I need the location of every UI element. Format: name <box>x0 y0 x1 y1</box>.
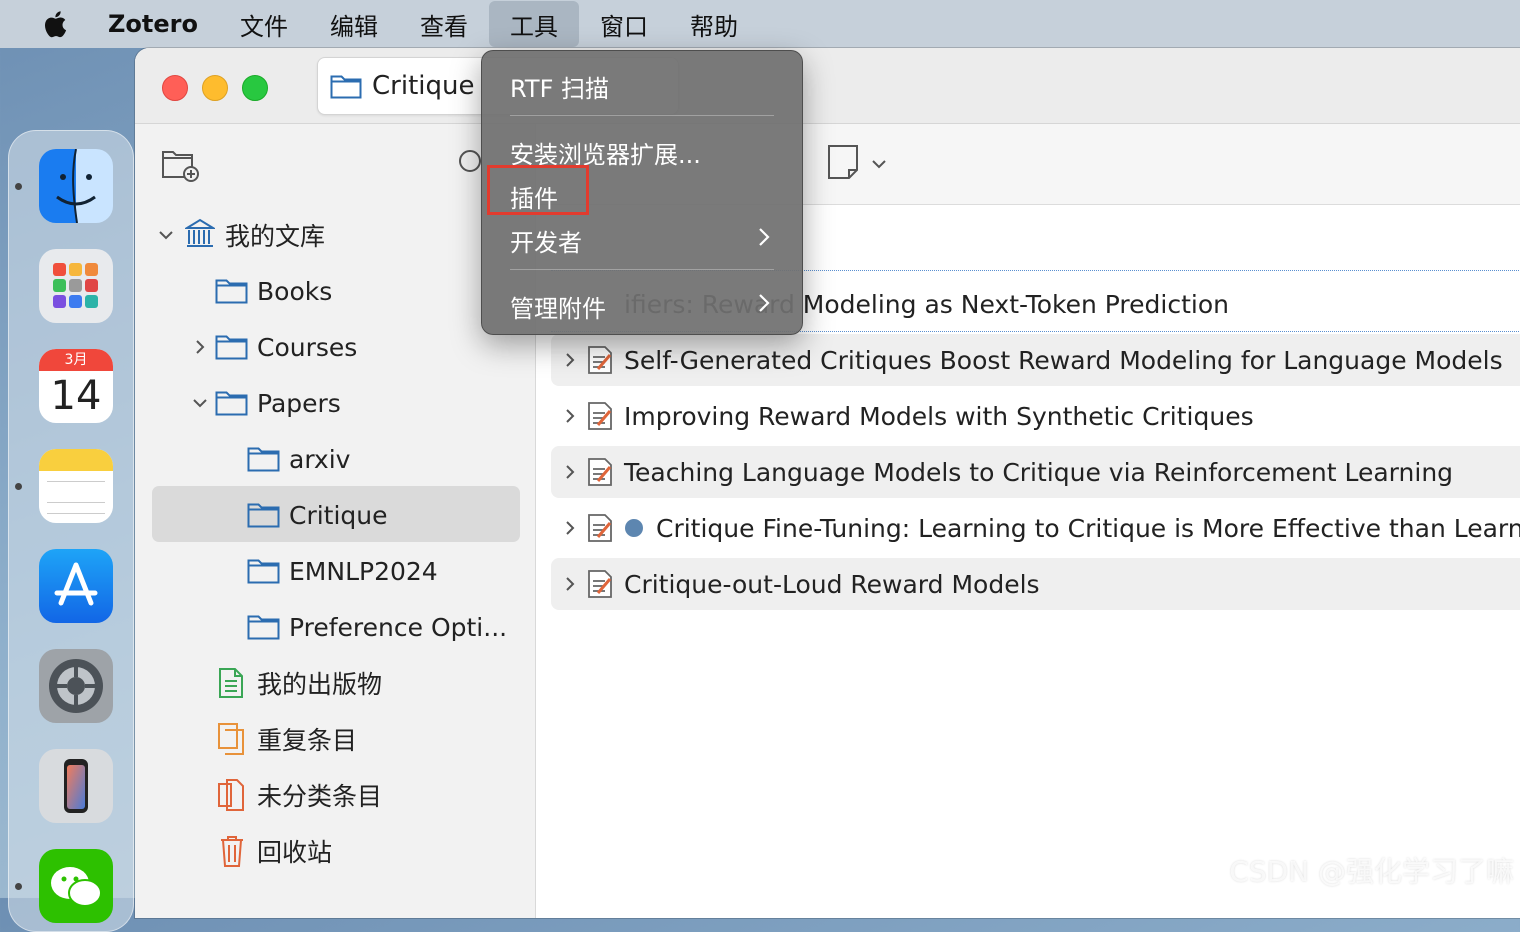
zotero-window: Critique 我的文库 Books Courses Papers arxiv… <box>135 48 1520 918</box>
menu-window[interactable]: 窗口 <box>579 1 669 47</box>
item-title: Critique-out-Loud Reward Models <box>624 569 1040 599</box>
chevron-down-icon[interactable] <box>191 394 209 412</box>
folder-icon <box>215 279 248 304</box>
calendar-icon[interactable]: 3月 14 <box>39 349 113 423</box>
chevron-down-icon[interactable] <box>157 226 175 244</box>
item-title: Critique Fine-Tuning: Learning to Critiq… <box>656 513 1520 543</box>
journal-article-icon <box>588 458 612 486</box>
folder-icon <box>215 335 248 360</box>
publications-label: 我的出版物 <box>257 670 383 699</box>
item-title: Self-Generated Critiques Boost Reward Mo… <box>624 345 1503 375</box>
menu-tools[interactable]: 工具 <box>488 1 579 47</box>
unread-dot-icon <box>625 519 643 537</box>
menu-item-developer[interactable]: 开发者 <box>510 223 582 258</box>
journal-article-icon <box>588 402 612 430</box>
menu-view[interactable]: 查看 <box>399 1 489 47</box>
folder-icon <box>215 391 248 416</box>
minimize-window-button[interactable] <box>202 75 228 101</box>
dock: 3月 14 <box>8 130 134 932</box>
iphone-mirroring-icon[interactable] <box>39 749 113 823</box>
close-window-button[interactable] <box>162 75 188 101</box>
app-store-icon[interactable] <box>39 549 113 623</box>
trash-icon <box>221 836 243 867</box>
chevron-right-icon[interactable] <box>563 353 577 367</box>
list-item[interactable]: Critique Fine-Tuning: Learning to Critiq… <box>551 502 1520 554</box>
collections-sidebar: 我的文库 Books Courses Papers arxiv Critique <box>135 124 536 918</box>
unfiled-icon <box>218 779 244 811</box>
menu-item-manage-attachments[interactable]: 管理附件 <box>510 289 606 324</box>
chevron-right-icon <box>759 228 770 246</box>
apple-logo-icon[interactable] <box>0 9 108 39</box>
menu-app-zotero[interactable]: Zotero <box>108 1 219 47</box>
publications-icon <box>219 668 243 698</box>
menu-separator <box>510 115 774 116</box>
running-indicator <box>15 883 22 890</box>
folder-icon <box>247 447 280 472</box>
collection-label: Books <box>257 276 333 306</box>
folder-icon <box>247 615 280 640</box>
list-item[interactable]: Improving Reward Models with Synthetic C… <box>551 390 1520 442</box>
chevron-right-icon[interactable] <box>563 521 577 535</box>
chevron-right-icon[interactable] <box>191 338 209 356</box>
menu-item-rtf-scan[interactable]: RTF 扫描 <box>510 69 609 104</box>
watermark: CSDN @强化学习了嘛 <box>1229 855 1514 888</box>
menu-edit[interactable]: 编辑 <box>309 1 399 47</box>
menu-bar: Zotero 文件 编辑 查看 工具 窗口 帮助 <box>0 0 1520 48</box>
launchpad-icon[interactable] <box>39 249 113 323</box>
list-item[interactable]: Teaching Language Models to Critique via… <box>551 446 1520 498</box>
library-label: 我的文库 <box>225 222 326 251</box>
collection-label: Papers <box>257 388 341 418</box>
library-icon <box>185 218 215 247</box>
journal-article-icon <box>588 570 612 598</box>
collection-label: Critique <box>289 500 388 530</box>
new-collection-icon[interactable] <box>161 146 201 184</box>
annotation-highlight-box <box>487 165 589 215</box>
calendar-day: 14 <box>50 373 102 419</box>
finder-icon[interactable] <box>39 149 113 223</box>
collection-label: EMNLP2024 <box>289 556 438 586</box>
item-title: Teaching Language Models to Critique via… <box>624 457 1454 487</box>
title-bar: Critique <box>135 48 1520 124</box>
folder-icon <box>247 559 280 584</box>
running-indicator <box>15 483 22 490</box>
trash-label: 回收站 <box>257 838 333 867</box>
folder-icon <box>247 503 280 528</box>
folder-icon <box>330 75 362 99</box>
menu-separator <box>510 269 774 270</box>
journal-article-icon <box>588 514 612 542</box>
collection-label: Preference Opti... <box>289 612 508 642</box>
running-indicator <box>15 183 22 190</box>
menu-file[interactable]: 文件 <box>219 1 309 47</box>
journal-article-icon <box>588 346 612 374</box>
duplicate-icon <box>218 723 244 755</box>
wechat-icon[interactable] <box>39 849 113 923</box>
chevron-right-icon[interactable] <box>563 465 577 479</box>
tab-label: Critique <box>372 71 475 101</box>
list-item[interactable]: Self-Generated Critiques Boost Reward Mo… <box>551 334 1520 386</box>
new-note-icon[interactable] <box>827 144 861 182</box>
chevron-right-icon[interactable] <box>563 577 577 591</box>
menu-help[interactable]: 帮助 <box>669 1 759 47</box>
zoom-window-button[interactable] <box>242 75 268 101</box>
collection-label: Courses <box>257 332 358 362</box>
item-title: Improving Reward Models with Synthetic C… <box>624 401 1254 431</box>
list-item[interactable]: Critique-out-Loud Reward Models <box>551 558 1520 610</box>
calendar-month: 3月 <box>39 349 113 371</box>
system-settings-icon[interactable] <box>39 649 113 723</box>
chevron-right-icon <box>759 294 770 312</box>
notes-icon[interactable] <box>39 449 113 523</box>
chevron-right-icon[interactable] <box>563 409 577 423</box>
chevron-down-icon[interactable] <box>871 158 887 170</box>
unfiled-label: 未分类条目 <box>257 782 383 811</box>
duplicate-label: 重复条目 <box>257 726 358 755</box>
collection-label: arxiv <box>289 444 351 474</box>
